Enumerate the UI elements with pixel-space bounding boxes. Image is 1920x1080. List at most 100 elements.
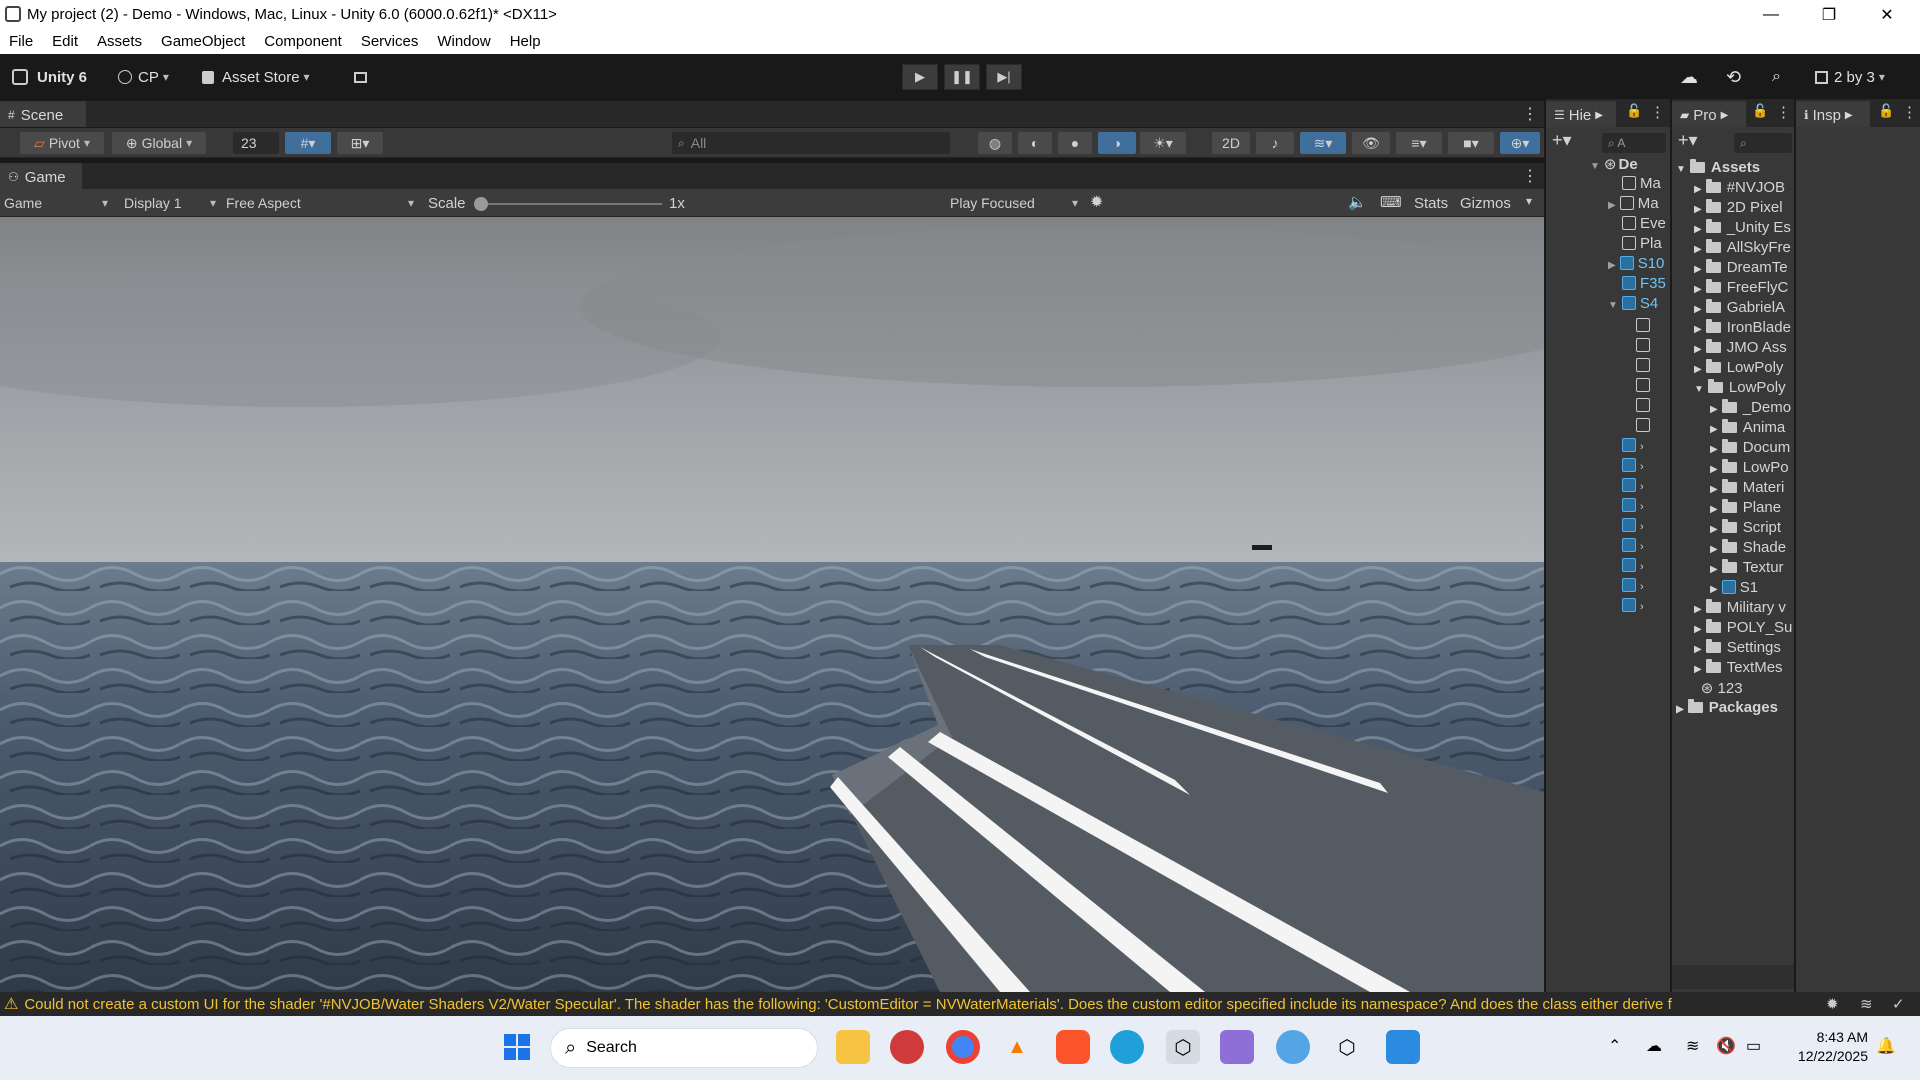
unity-hub-icon[interactable]: ⬡ (1166, 1030, 1200, 1064)
draw-mode-shaded-icon[interactable]: ● (1058, 132, 1092, 154)
project-folder[interactable]: ▶ Script (1710, 519, 1794, 536)
battery-icon[interactable]: ▭ (1746, 1036, 1761, 1056)
draw-mode-lit-icon[interactable]: ◑ (1098, 132, 1136, 154)
hierarchy-item[interactable]: ▼ S4 (1608, 295, 1666, 312)
photos-icon[interactable] (1386, 1030, 1420, 1064)
hierarchy-item[interactable]: ▶ Ma (1608, 195, 1666, 212)
project-folder[interactable]: ▶ GabrielA (1694, 299, 1794, 316)
unity-icon[interactable]: ⬡ (1330, 1030, 1364, 1064)
list-item[interactable]: › (1622, 517, 1666, 537)
chevron-right-icon[interactable]: ▼ (1694, 384, 1704, 395)
project-folder[interactable]: ▶ 2D Pixel (1694, 199, 1794, 216)
stats-button[interactable]: Stats (1414, 195, 1448, 212)
list-item[interactable]: › (1622, 497, 1666, 517)
chevron-right-icon[interactable]: ▶ (1710, 404, 1718, 415)
audio-mute-icon[interactable]: 🔈 (1348, 193, 1367, 211)
lock-icon[interactable]: 🔓 (1626, 103, 1642, 119)
project-folder[interactable]: ▶ FreeFlyC (1694, 279, 1794, 296)
menu-component[interactable]: Component (255, 33, 352, 50)
play-button[interactable]: ▶ (902, 64, 938, 90)
chevron-right-icon[interactable]: ▶ (1710, 524, 1718, 535)
game-more-options-icon[interactable]: ⋮ (1522, 166, 1538, 186)
project-folder[interactable]: ▶ Textur (1710, 559, 1794, 576)
project-folder[interactable]: ▶ _Demo (1710, 399, 1794, 416)
game-mode-dropdown[interactable]: Game (0, 192, 112, 214)
list-item[interactable]: › (1622, 577, 1666, 597)
start-button[interactable] (500, 1030, 534, 1064)
menu-services[interactable]: Services (352, 33, 429, 50)
cloud-icon[interactable]: ☁ (1680, 64, 1698, 90)
hierarchy-item[interactable]: Eve (1622, 215, 1666, 232)
history-icon[interactable]: ⟲ (1726, 64, 1741, 90)
project-folder[interactable]: ▶ POLY_Su (1694, 619, 1794, 636)
project-folder[interactable]: ▶ Settings (1694, 639, 1794, 656)
inspector-options-icon[interactable]: ⋮ (1902, 103, 1917, 121)
chevron-right-icon[interactable]: ▶ (1710, 564, 1718, 575)
chevron-right-icon[interactable]: ▶ (1694, 364, 1702, 375)
global-dropdown[interactable]: ⊕ Global (112, 132, 206, 154)
audio-toggle-icon[interactable]: ♪ (1256, 132, 1294, 154)
console-status-bar[interactable]: ⚠ Could not create a custom UI for the s… (0, 992, 1920, 1016)
chevron-right-icon[interactable]: ▶ (1694, 284, 1702, 295)
chevron-right-icon[interactable]: ▶ (1694, 664, 1702, 675)
chevron-right-icon[interactable]: ▶ (1694, 304, 1702, 315)
chevron-right-icon[interactable]: ▶ (1694, 624, 1702, 635)
pause-button[interactable]: ❚❚ (944, 64, 980, 90)
menu-help[interactable]: Help (501, 33, 551, 50)
chevron-right-icon[interactable]: ▶ (1694, 644, 1702, 655)
visibility-icon[interactable]: 👁 (1352, 132, 1390, 154)
project-folder[interactable]: ▶ TextMes (1694, 659, 1794, 676)
project-folder[interactable]: ▶ LowPoly (1694, 359, 1794, 376)
grid-size-field[interactable]: 23 (233, 132, 279, 154)
project-folder[interactable]: ▶ Anima (1710, 419, 1794, 436)
list-item[interactable]: › (1622, 477, 1666, 497)
chevron-right-icon[interactable] (1694, 685, 1697, 696)
menu-edit[interactable]: Edit (43, 33, 88, 50)
keyboard-shortcuts-icon[interactable]: ⌨ (1380, 193, 1402, 211)
pivot-dropdown[interactable]: ▱ Pivot (20, 132, 104, 154)
2d-toggle-icon[interactable]: 2D (1212, 132, 1250, 154)
project-folder[interactable]: ▶ Docum (1710, 439, 1794, 456)
menu-gameobject[interactable]: GameObject (152, 33, 255, 50)
clock[interactable]: 8:43 AM 12/22/2025 (1784, 1028, 1868, 1066)
list-item[interactable]: › (1622, 537, 1666, 557)
project-search-input[interactable]: ⌕ (1734, 133, 1792, 153)
list-item[interactable]: › (1622, 457, 1666, 477)
search-icon[interactable]: ⌕ (1772, 64, 1781, 90)
project-folder[interactable]: ▶ LowPo (1710, 459, 1794, 476)
tab-scene[interactable]: # Scene (0, 101, 86, 127)
project-folder[interactable]: ▶ _Unity Es (1694, 219, 1794, 236)
scene-fx-dropdown[interactable]: ☀▾ (1140, 132, 1186, 154)
scale-slider-handle[interactable] (474, 197, 488, 211)
app-icon-1[interactable] (890, 1030, 924, 1064)
create-asset-button[interactable]: +▾ (1678, 130, 1698, 151)
lock-icon[interactable]: 🔓 (1752, 103, 1768, 119)
display-dropdown[interactable]: Display 1 (120, 192, 220, 214)
hierarchy-item[interactable]: ▶ S10 (1608, 255, 1666, 272)
snap-increment-icon[interactable]: ⊞▾ (337, 132, 383, 154)
chrome-icon[interactable] (946, 1030, 980, 1064)
aspect-dropdown[interactable]: Free Aspect (222, 192, 418, 214)
taskbar-search[interactable]: ⌕ Search (550, 1028, 818, 1068)
brave-icon[interactable] (1056, 1030, 1090, 1064)
project-folder[interactable]: ▶ Shade (1710, 539, 1794, 556)
chevron-right-icon[interactable]: ▶ (1694, 324, 1702, 335)
game-viewport[interactable] (0, 217, 1544, 992)
tab-game[interactable]: ⚇ Game (0, 163, 82, 189)
menu-assets[interactable]: Assets (88, 33, 152, 50)
layers-dropdown[interactable]: ≡▾ (1396, 132, 1442, 154)
chevron-right-icon[interactable]: ▶ (1694, 184, 1702, 195)
hierarchy-options-icon[interactable]: ⋮ (1650, 103, 1665, 121)
tab-project[interactable]: ▰ Pro ▶ (1672, 101, 1746, 127)
wifi-icon[interactable]: ≋ (1686, 1036, 1699, 1056)
list-item[interactable] (1636, 397, 1666, 417)
unity-menu-button[interactable]: Unity 6 (12, 64, 87, 90)
project-packages-root[interactable]: ▶ Packages (1676, 699, 1792, 716)
list-item[interactable] (1636, 377, 1666, 397)
chevron-right-icon[interactable]: ▶ (1710, 504, 1718, 515)
project-assets-root[interactable]: ▼ Assets (1676, 159, 1792, 176)
vlc-icon[interactable]: ▲ (1000, 1030, 1034, 1064)
play-mode-dropdown[interactable]: Play Focused (946, 192, 1082, 214)
layers-icon[interactable]: ≋ (1860, 995, 1873, 1013)
account-dropdown[interactable]: CP (118, 64, 169, 90)
